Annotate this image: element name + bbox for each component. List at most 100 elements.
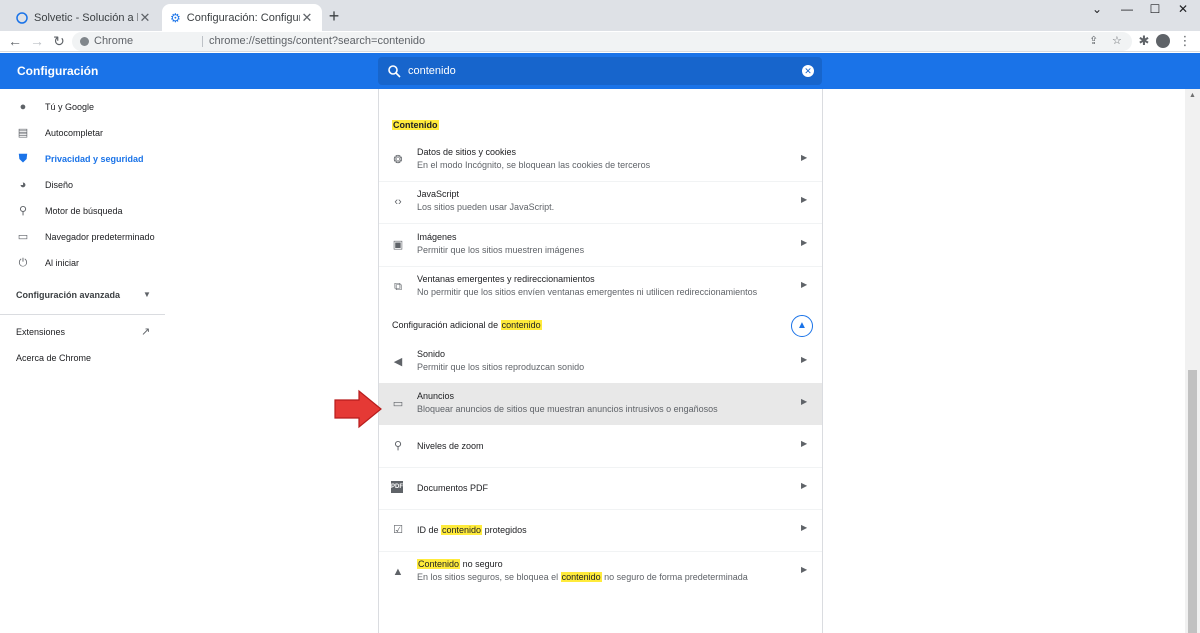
sidebar-item-label: Tú y Google (45, 102, 95, 112)
sidebar-item-label: Autocompletar (45, 128, 104, 138)
zoom-icon: ⚲ (393, 440, 403, 452)
clipboard-icon: ▤ (17, 127, 29, 139)
row-title: Datos de sitios y cookies (417, 147, 517, 157)
row-protected-content[interactable]: ☑ ID de contenido protegidos ▶ (379, 509, 822, 551)
close-tab-icon[interactable]: ✕ (300, 10, 314, 26)
row-title: Niveles de zoom (417, 441, 484, 451)
row-subtitle: En los sitios seguros, se bloquea el con… (417, 572, 748, 582)
row-title: Anuncios (417, 391, 455, 401)
row-cookies[interactable]: ❂ Datos de sitios y cookies En el modo I… (379, 139, 822, 181)
sidebar-item-label: Motor de búsqueda (45, 206, 123, 216)
popup-icon: ⧉ (394, 281, 402, 293)
sidebar-item-appearance[interactable]: ◕ Diseño (0, 172, 165, 198)
tab-search-icon[interactable]: ⌄ (1080, 0, 1114, 20)
row-javascript[interactable]: ‹› JavaScript Los sitios pueden usar Jav… (379, 181, 822, 223)
open-external-icon[interactable]: ↗ (141, 325, 150, 338)
extensions-puzzle-icon[interactable]: ✱ (1135, 31, 1153, 51)
new-tab-button[interactable]: + (324, 6, 344, 26)
row-sound[interactable]: ◀ Sonido Permitir que los sitios reprodu… (379, 341, 822, 383)
row-subtitle: Permitir que los sitios reproduzcan soni… (417, 362, 585, 372)
sidebar-item-you-and-google[interactable]: ● Tú y Google (0, 94, 165, 120)
chevron-up-icon: ▲ (797, 320, 807, 331)
row-zoom[interactable]: ⚲ Niveles de zoom ▶ (379, 425, 822, 467)
sidebar-divider (0, 314, 165, 315)
chevron-right-icon: ▶ (801, 238, 808, 247)
browser-icon: ▭ (17, 231, 29, 243)
shield-icon: ⛊ (18, 153, 28, 165)
solvetic-favicon-icon (16, 11, 28, 24)
sidebar-item-privacy[interactable]: ⛊ Privacidad y seguridad (0, 146, 165, 172)
row-title: JavaScript (417, 189, 460, 199)
sidebar-item-search-engine[interactable]: ⚲ Motor de búsqueda (0, 198, 165, 224)
sidebar-extensions[interactable]: Extensiones (16, 327, 65, 337)
row-insecure-content[interactable]: ▲ Contenido no seguro En los sitios segu… (379, 551, 822, 593)
tab-strip: Solvetic - Solución a los problem ✕ ⚙ Co… (0, 0, 1200, 31)
forward-button[interactable]: → (28, 32, 46, 50)
row-title-suffix: no seguro (462, 559, 503, 569)
tab-solvetic[interactable]: Solvetic - Solución a los problem ✕ (8, 4, 160, 31)
sidebar-item-autofill[interactable]: ▤ Autocompletar (0, 120, 165, 146)
row-subtitle: En el modo Incógnito, se bloquean las co… (417, 160, 651, 170)
gear-icon: ⚙ (170, 10, 181, 25)
row-subtitle: Bloquear anuncios de sitios que muestran… (417, 404, 718, 414)
chevron-right-icon: ▶ (801, 397, 808, 406)
advanced-section-label: Configuración adicional de contenido (392, 320, 542, 330)
search-highlight: Contenido (417, 559, 461, 569)
sidebar-extensions-label: Extensiones (16, 327, 66, 337)
bookmark-star-icon[interactable]: ☆ (1112, 32, 1122, 51)
chevron-right-icon: ▶ (801, 153, 808, 162)
row-title-prefix: ID de (417, 525, 439, 535)
protected-icon: ☑ (393, 524, 403, 536)
row-sub-prefix: En los sitios seguros, se bloquea el (417, 572, 559, 582)
chevron-right-icon: ▶ (801, 523, 808, 532)
chevron-right-icon: ▶ (801, 355, 808, 364)
tab-settings[interactable]: ⚙ Configuración: Configuración de ✕ (162, 4, 322, 31)
avatar[interactable] (1156, 34, 1170, 48)
row-subtitle: Los sitios pueden usar JavaScript. (417, 202, 555, 212)
toolbar: ← → ↻ Chrome chrome://settings/content?s… (0, 31, 1200, 52)
chevron-right-icon: ▶ (801, 280, 808, 289)
url-text: chrome://settings/content?search=conteni… (209, 35, 426, 47)
row-images[interactable]: ▣ Imágenes Permitir que los sitios muest… (379, 224, 822, 266)
row-title: Documentos PDF (417, 483, 489, 493)
sidebar-item-label: Navegador predeterminado (45, 232, 155, 242)
chevron-down-icon[interactable]: ▼ (143, 290, 151, 299)
sidebar-item-label: Privacidad y seguridad (45, 154, 144, 164)
sidebar-item-on-startup[interactable]: ⏻ Al iniciar (0, 250, 165, 276)
scrollbar-thumb[interactable] (1188, 370, 1197, 633)
search-input[interactable] (408, 57, 788, 85)
settings-search[interactable]: ✕ (378, 57, 822, 85)
search-highlight: Contenido (392, 120, 439, 130)
red-arrow-annotation (334, 389, 382, 429)
ads-icon: ▭ (392, 398, 404, 410)
row-popups[interactable]: ⧉ Ventanas emergentes y redireccionamien… (379, 266, 822, 308)
row-title-suffix: protegidos (484, 525, 527, 535)
section-title: Contenido (392, 120, 439, 130)
advanced-label-prefix: Configuración adicional de (392, 320, 499, 330)
chevron-right-icon: ▶ (801, 481, 808, 490)
close-tab-icon[interactable]: ✕ (138, 10, 152, 26)
row-ads[interactable]: ▭ Anuncios Bloquear anuncios de sitios q… (379, 383, 822, 425)
row-title: Sonido (417, 349, 446, 359)
sidebar-item-default-browser[interactable]: ▭ Navegador predeterminado (0, 224, 165, 250)
sidebar-advanced[interactable]: Configuración avanzada (16, 290, 120, 300)
scroll-up-icon[interactable]: ▲ (1189, 92, 1196, 99)
chevron-right-icon: ▶ (801, 439, 808, 448)
collapse-button[interactable]: ▲ (791, 315, 813, 337)
sidebar-item-label: Diseño (45, 180, 74, 190)
share-icon[interactable]: ⇪ (1089, 32, 1098, 51)
close-window-button[interactable]: ✕ (1166, 0, 1200, 20)
row-subtitle: Permitir que los sitios muestren imágene… (417, 245, 585, 255)
row-title: ID de contenido protegidos (417, 525, 527, 535)
row-title: Imágenes (417, 232, 457, 242)
search-icon: ⚲ (18, 205, 28, 217)
address-bar[interactable]: Chrome chrome://settings/content?search=… (72, 32, 1132, 51)
row-pdf[interactable]: PDF Documentos PDF ▶ (379, 467, 822, 509)
back-button[interactable]: ← (6, 32, 24, 50)
clear-search-icon[interactable]: ✕ (802, 65, 814, 77)
reload-button[interactable]: ↻ (50, 32, 68, 50)
warning-icon: ▲ (392, 566, 404, 578)
sidebar-about-chrome[interactable]: Acerca de Chrome (16, 353, 91, 363)
search-highlight: contenido (500, 320, 542, 330)
menu-kebab-icon[interactable]: ⋮ (1176, 31, 1194, 51)
